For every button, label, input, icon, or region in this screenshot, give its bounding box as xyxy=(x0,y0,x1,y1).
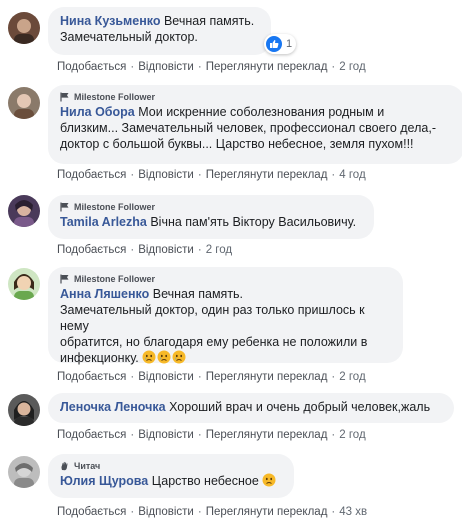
comment-text-line: Царство небесное xyxy=(151,474,259,488)
sad-face-emoji-icon xyxy=(142,350,156,364)
comment-text-line: Вечная память. xyxy=(163,14,255,28)
comment-actions: Подобається · Відповісти · Переглянути перек… xyxy=(57,429,366,441)
like-link[interactable]: Подобається xyxy=(57,244,126,256)
comment-text-line: Вечная память. xyxy=(152,287,244,301)
comment-author[interactable]: Tamila Arlezha xyxy=(60,215,147,229)
comment-bubble: Нина Кузьменко Вечная память. Замечатель… xyxy=(48,7,271,55)
comment-text-line: Вічна пам'ять Віктору Васильовичу. xyxy=(150,215,357,229)
like-link[interactable]: Подобається xyxy=(57,506,126,518)
reply-link[interactable]: Відповісти xyxy=(138,371,194,383)
badge-label: Milestone Follower xyxy=(74,274,156,284)
reaction-summary[interactable]: 1 xyxy=(264,34,297,54)
see-translation-link[interactable]: Переглянути переклад xyxy=(206,429,328,441)
comment-timestamp[interactable]: 2 год xyxy=(339,371,365,383)
comment-author[interactable]: Нина Кузьменко xyxy=(60,14,160,28)
badge-label: Milestone Follower xyxy=(74,92,156,102)
like-link[interactable]: Подобається xyxy=(57,169,126,181)
comment-actions: Подобається · Відповісти · Переглянути перек… xyxy=(57,371,366,383)
milestone-badge: Milestone Follower xyxy=(60,201,362,213)
reply-link[interactable]: Відповісти xyxy=(138,244,194,256)
avatar[interactable] xyxy=(8,394,40,426)
comment-bubble: Читач Юлия Щурова Царство небесное xyxy=(48,454,294,498)
avatar[interactable] xyxy=(8,456,40,488)
comment-author[interactable]: Нила Обора xyxy=(60,105,135,119)
comment-timestamp[interactable]: 4 год xyxy=(339,169,365,181)
reader-badge: Читач xyxy=(60,460,282,472)
comment-5: Леночка Леночка Хороший врач и очень доб… xyxy=(0,388,462,446)
comment-3: Milestone Follower Tamila Arlezha Вічна … xyxy=(0,190,462,260)
avatar[interactable] xyxy=(8,12,40,44)
see-translation-link[interactable]: Переглянути переклад xyxy=(206,61,328,73)
comment-actions: Подобається · Відповісти · Переглянути перек… xyxy=(57,506,368,518)
milestone-badge: Milestone Follower xyxy=(60,91,452,103)
comment-text-line: инфекционку. xyxy=(60,351,139,365)
reaction-count: 1 xyxy=(286,38,293,50)
comment-text-line: Замечательный доктор. xyxy=(60,30,198,44)
milestone-badge: Milestone Follower xyxy=(60,273,391,285)
reply-link[interactable]: Відповісти xyxy=(138,61,194,73)
comment-bubble: Milestone Follower Анна Ляшенко Вечная п… xyxy=(48,267,403,365)
see-translation-link[interactable]: Переглянути переклад xyxy=(206,506,328,518)
hand-icon xyxy=(61,461,68,471)
comment-1: Нина Кузьменко Вечная память. Замечатель… xyxy=(0,0,462,80)
flag-icon xyxy=(60,202,69,212)
comment-6: Читач Юлия Щурова Царство небесное Подоб… xyxy=(0,450,462,523)
comment-timestamp[interactable]: 2 год xyxy=(339,61,365,73)
avatar[interactable] xyxy=(8,87,40,119)
avatar[interactable] xyxy=(8,268,40,300)
comment-4: Milestone Follower Анна Ляшенко Вечная п… xyxy=(0,262,462,383)
sad-face-emoji-icon xyxy=(157,350,171,364)
comment-text-line: Мои искренние соболезнования родным и xyxy=(138,105,385,119)
reply-link[interactable]: Відповісти xyxy=(138,429,194,441)
comment-text-line: Замечательный доктор, один раз только пр… xyxy=(60,303,365,333)
badge-label: Milestone Follower xyxy=(74,202,156,212)
flag-icon xyxy=(60,274,69,284)
comment-timestamp[interactable]: 2 год xyxy=(206,244,232,256)
flag-icon xyxy=(60,92,69,102)
reply-link[interactable]: Відповісти xyxy=(138,169,194,181)
like-link[interactable]: Подобається xyxy=(57,371,126,383)
comment-author[interactable]: Леночка Леночка xyxy=(60,400,166,414)
like-link[interactable]: Подобається xyxy=(57,429,126,441)
comment-actions: Подобається · Відповісти · 2 год xyxy=(57,244,233,256)
comment-text-line: доктор с большой буквы... Царство небесн… xyxy=(60,137,414,151)
comment-bubble: Леночка Леночка Хороший врач и очень доб… xyxy=(48,393,454,423)
comment-timestamp[interactable]: 43 хв xyxy=(339,506,367,518)
comment-author[interactable]: Анна Ляшенко xyxy=(60,287,149,301)
comment-text-line: Хороший врач и очень добрый человек,жаль xyxy=(169,400,431,414)
comment-bubble: Milestone Follower Нила Обора Мои искрен… xyxy=(48,85,462,164)
comment-actions: Подобається · Відповісти · Переглянути перек… xyxy=(57,169,366,181)
avatar[interactable] xyxy=(8,195,40,227)
sad-face-emoji-icon xyxy=(172,350,186,364)
comment-text-line: близким... Замечательный человек, профес… xyxy=(60,121,436,135)
comment-author[interactable]: Юлия Щурова xyxy=(60,474,148,488)
see-translation-link[interactable]: Переглянути переклад xyxy=(206,371,328,383)
see-translation-link[interactable]: Переглянути переклад xyxy=(206,169,328,181)
reply-link[interactable]: Відповісти xyxy=(138,506,194,518)
comment-text-line: обратится, но благодаря ему ребенка не п… xyxy=(60,335,368,349)
comment-bubble: Milestone Follower Tamila Arlezha Вічна … xyxy=(48,195,374,239)
like-reaction-icon xyxy=(266,36,282,52)
comment-timestamp[interactable]: 2 год xyxy=(339,429,365,441)
badge-label: Читач xyxy=(74,461,101,471)
comment-2: Milestone Follower Нила Обора Мои искрен… xyxy=(0,80,462,190)
like-link[interactable]: Подобається xyxy=(57,61,126,73)
comment-actions: Подобається · Відповісти · Переглянути перек… xyxy=(57,61,366,73)
sad-face-emoji-icon xyxy=(262,473,276,487)
